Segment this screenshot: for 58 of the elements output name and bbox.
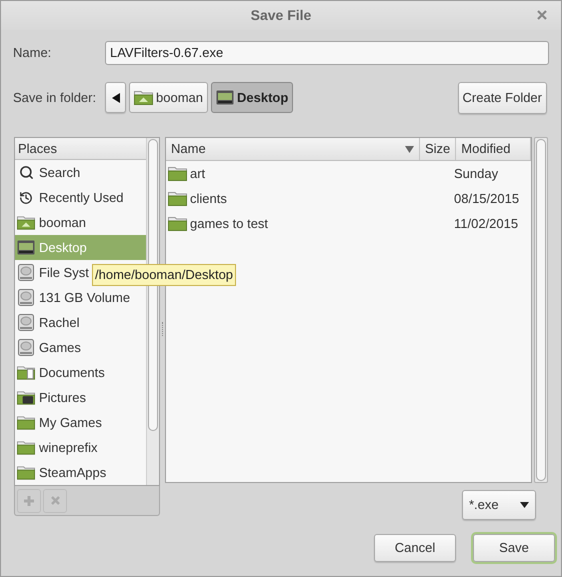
drive-icon (18, 339, 34, 356)
close-icon (537, 10, 547, 20)
monitor-icon (216, 90, 234, 105)
history-icon (19, 190, 33, 204)
place-item[interactable]: Rachel (15, 310, 146, 335)
tooltip: /home/booman/Desktop (92, 264, 236, 286)
home-folder-icon (134, 90, 153, 105)
folder-icon (17, 415, 35, 430)
cross-icon (50, 496, 60, 505)
name-label: Name: (13, 44, 52, 62)
search-icon (18, 165, 34, 180)
folder-icon (168, 191, 187, 206)
name-field[interactable]: LAVFilters-0.67.exe (105, 40, 549, 64)
sort-arrow-icon (405, 146, 414, 152)
place-item[interactable]: Recently Used (15, 185, 146, 210)
places-header[interactable]: Places (15, 138, 146, 160)
camera-folder-icon (17, 390, 35, 405)
column-header[interactable]: Size (420, 138, 456, 160)
file-name-cell[interactable]: art (166, 164, 451, 184)
plus-icon (24, 496, 34, 506)
place-item[interactable]: Pictures (15, 385, 146, 410)
caret-icon (520, 502, 529, 508)
create-folder-button[interactable]: Create Folder (458, 82, 547, 114)
place-item[interactable]: booman (15, 210, 146, 235)
save-button[interactable]: Save (473, 534, 555, 562)
place-item[interactable]: SteamApps (15, 460, 146, 485)
window-title: Save File (250, 6, 312, 25)
modified-cell-text: 11/02/2015 (453, 214, 520, 233)
folder-icon (17, 440, 35, 455)
cancel-button[interactable]: Cancel (374, 534, 456, 562)
drive-icon (18, 314, 34, 331)
place-item[interactable]: 131 GB Volume (15, 285, 146, 310)
file-name-cell[interactable]: games to test (166, 214, 451, 234)
place-item[interactable]: My Games (15, 410, 146, 435)
place-item[interactable]: Games (15, 335, 146, 360)
place-item[interactable]: Documents (15, 360, 146, 385)
folder-icon (168, 216, 187, 231)
folder-icon (17, 465, 35, 480)
path-button[interactable]: Desktop (210, 82, 294, 113)
file-name-cell[interactable]: clients (166, 188, 451, 208)
document-folder-icon (17, 365, 35, 380)
path-button[interactable]: booman (129, 82, 208, 113)
filter-dropdown[interactable]: *.exe (462, 490, 536, 520)
folder-icon (168, 166, 187, 181)
monitor-icon (17, 240, 35, 255)
left-arrow-icon (112, 92, 120, 102)
drive-icon (18, 289, 34, 306)
back-button[interactable] (105, 82, 126, 113)
drive-icon (18, 264, 34, 281)
folder-label: Save in folder: (13, 88, 98, 107)
modified-cell-text: Sunday (453, 164, 500, 183)
home-folder-icon (17, 215, 35, 230)
column-header[interactable]: Modified (456, 138, 532, 160)
place-item[interactable]: Search (15, 160, 146, 185)
modified-cell-text: 08/15/2015 (453, 190, 520, 208)
column-header[interactable]: Name (166, 138, 420, 160)
close-button[interactable] (535, 8, 549, 22)
place-item[interactable]: wineprefix (15, 435, 146, 460)
